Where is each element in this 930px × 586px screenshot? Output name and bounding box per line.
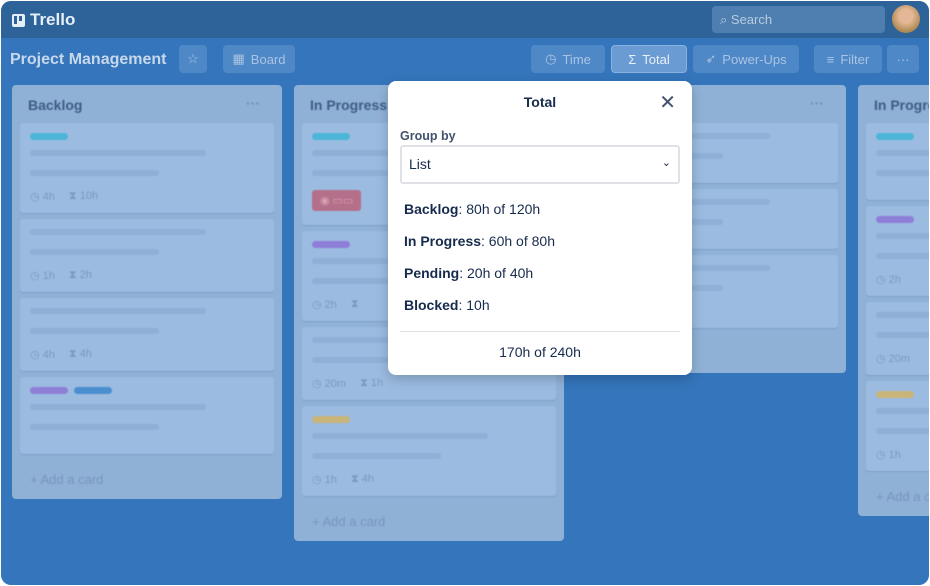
total-row-in-progress: In Progress: 60h of 80h <box>404 233 555 249</box>
top-nav: Trello ⌕ Search <box>1 1 929 38</box>
filter-button[interactable]: ≡ Filter <box>814 45 882 73</box>
card[interactable]: ◷ 4h ⧗ 10h <box>20 123 274 213</box>
list: In Progress··· ◷ 2h ◷ 20m ◷ 1h + Add a card <box>858 85 929 516</box>
estimate: ⧗ 2h <box>68 269 92 281</box>
power-ups-button[interactable]: ➶ Power-Ups <box>693 45 799 73</box>
more-button[interactable]: ··· <box>887 45 919 73</box>
board-header: Project Management ☆ ▦ Board ◷ Time Σ Total… <box>1 39 929 81</box>
card[interactable]: ◷ 4h ⧗ 4h <box>20 298 274 371</box>
star-button[interactable]: ☆ <box>179 45 207 73</box>
list-menu-icon[interactable]: ··· <box>810 95 824 111</box>
total-row-backlog: Backlog: 80h of 120h <box>404 201 541 217</box>
chevron-down-icon: ⌄ <box>661 157 671 169</box>
group-by-select[interactable]: List ⌄ <box>400 145 680 184</box>
card-label <box>30 387 68 394</box>
filter-icon: ≡ <box>826 51 835 67</box>
card-label <box>312 416 350 423</box>
card-label <box>876 133 914 140</box>
card[interactable]: ◷ 1h ⧗ 4h <box>302 406 556 496</box>
time-spent: ◷ 20m <box>876 353 911 365</box>
estimate: ⧗ 1h <box>360 377 384 389</box>
board-title[interactable]: Project Management <box>10 51 166 69</box>
add-card-button[interactable]: + Add a card <box>302 502 556 541</box>
search-icon: ⌕ <box>720 12 731 27</box>
board-icon: ▦ <box>232 51 245 66</box>
time-spent: ◷ 2h <box>312 299 337 311</box>
time-spent: ◷ 4h <box>30 191 55 203</box>
card-label <box>74 387 112 394</box>
due-date-badge: ◉ ▭▭ <box>312 190 362 211</box>
card-label <box>30 133 68 140</box>
board-view-button[interactable]: ▦ Board <box>223 45 295 73</box>
popup-title: Total <box>523 94 557 110</box>
trello-icon <box>12 13 25 27</box>
list-title[interactable]: In Progress··· <box>866 85 929 123</box>
estimate: ⧗ <box>350 298 359 310</box>
time-spent: ◷ 4h <box>30 349 55 361</box>
add-card-button[interactable]: + Add a card <box>866 477 929 516</box>
total-row-blocked: Blocked: 10h <box>404 297 490 313</box>
rocket-icon: ➶ <box>705 51 717 66</box>
card-label <box>876 391 914 398</box>
close-icon[interactable]: ✕ <box>659 90 676 115</box>
card[interactable]: ◷ 1h ⧗ 2h <box>20 219 274 292</box>
clock-icon: ◷ <box>545 51 557 66</box>
divider <box>400 331 680 332</box>
estimate: ⧗ 10h <box>68 190 99 202</box>
time-spent: ◷ 1h <box>30 270 55 282</box>
trello-logo[interactable]: Trello <box>12 10 75 30</box>
time-spent: ◷ 2h <box>876 274 901 286</box>
trello-window: Trello ⌕ Search Project Management ☆ ▦ Bo… <box>1 1 929 585</box>
estimate: ⧗ 4h <box>350 473 374 485</box>
sigma-icon: Σ <box>628 51 637 67</box>
time-spent: ◷ 1h <box>312 474 337 486</box>
list-title[interactable]: Backlog ··· <box>20 85 274 123</box>
list: Backlog ··· ◷ 4h ⧗ 10h ◷ 1h ⧗ 2h ◷ 4h ⧗ 4h + Add… <box>12 85 282 499</box>
avatar[interactable] <box>892 5 920 33</box>
total-popup: Total ✕ Group by List ⌄ Backlog: 80h of 1… <box>388 81 692 375</box>
card-label <box>312 241 350 248</box>
card-label <box>876 216 914 223</box>
card[interactable]: ◷ 20m <box>866 302 929 375</box>
card[interactable]: ◷ 2h <box>866 206 929 296</box>
time-spent: ◷ 20m <box>312 378 347 390</box>
card[interactable]: ◷ 1h <box>866 381 929 471</box>
total-button[interactable]: Σ Total <box>611 45 687 73</box>
list-menu-icon[interactable]: ··· <box>246 95 260 111</box>
time-button[interactable]: ◷ Time <box>531 45 605 73</box>
add-card-button[interactable]: + Add a card <box>20 460 274 499</box>
card[interactable] <box>20 377 274 454</box>
group-by-label: Group by <box>400 129 456 143</box>
time-spent: ◷ 1h <box>876 449 901 461</box>
estimate: ⧗ 4h <box>68 348 92 360</box>
star-icon: ☆ <box>187 51 199 66</box>
card-label <box>312 133 350 140</box>
card[interactable] <box>866 123 929 200</box>
search-input[interactable]: ⌕ Search <box>712 6 885 33</box>
grand-total: 170h of 240h <box>499 344 581 360</box>
total-row-pending: Pending: 20h of 40h <box>404 265 534 281</box>
